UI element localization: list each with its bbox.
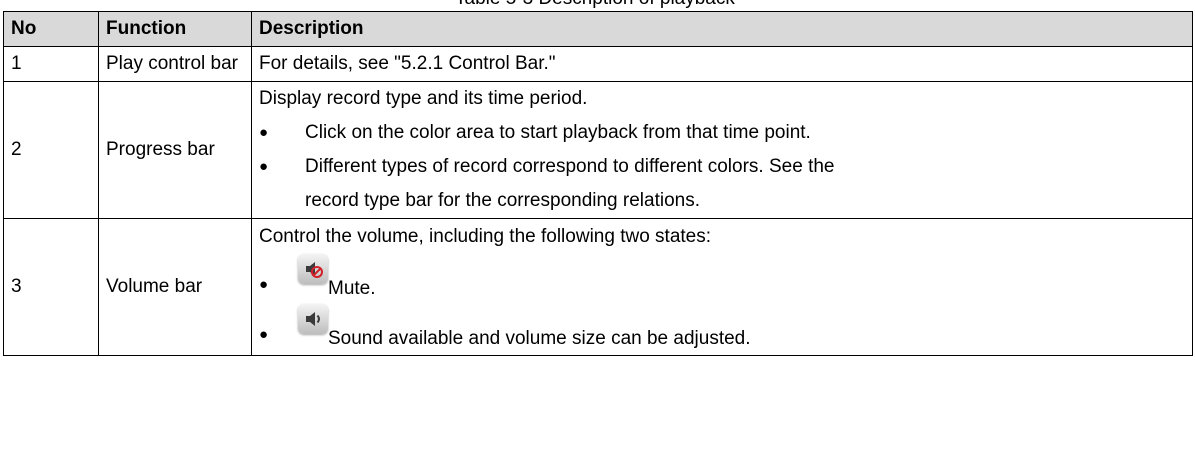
row-number: 3 (3, 218, 99, 356)
table-caption-text: Table 5-3 Description of playback (455, 0, 735, 10)
bullet-item: ● Click on the color area to start playb… (259, 116, 1192, 150)
volume-state-text: Mute. (328, 278, 376, 299)
table-header-row: No Function Description (3, 11, 1193, 47)
speaker-muted-icon (298, 254, 328, 284)
playback-description-table: No Function Description 1 Play control b… (3, 11, 1193, 356)
bullet-icon: ● (259, 124, 269, 141)
header-function: Function (98, 11, 252, 47)
table-row: 3 Volume bar Control the volume, includi… (3, 218, 1193, 356)
row-number: 2 (3, 81, 99, 219)
description-intro: Display record type and its time period. (259, 88, 588, 109)
bullet-icon: ● (259, 158, 269, 175)
volume-state-item: ● Sound available and volume size can be… (259, 304, 1192, 354)
description-intro: Control the volume, including the follow… (259, 226, 712, 247)
bullet-icon: ● (259, 326, 269, 343)
header-no: No (3, 11, 99, 47)
bullet-text: Different types of record correspond to … (305, 156, 835, 177)
row-number: 1 (3, 46, 99, 82)
bullet-text: record type bar for the corresponding re… (305, 190, 700, 211)
table-row: 1 Play control bar For details, see "5.2… (3, 46, 1193, 82)
row-description: Display record type and its time period.… (251, 81, 1193, 219)
row-function: Progress bar (98, 81, 252, 219)
row-description: For details, see "5.2.1 Control Bar." (251, 46, 1193, 82)
bullet-continuation: record type bar for the corresponding re… (259, 184, 1192, 218)
speaker-on-icon (298, 304, 328, 334)
volume-state-text: Sound available and volume size can be a… (328, 328, 751, 349)
bullet-icon: ● (259, 276, 269, 293)
header-description: Description (251, 11, 1193, 47)
table-row: 2 Progress bar Display record type and i… (3, 81, 1193, 219)
row-function: Play control bar (98, 46, 252, 82)
volume-state-item: ● Mute. (259, 254, 1192, 304)
row-function: Volume bar (98, 218, 252, 356)
bullet-item: ● Different types of record correspond t… (259, 150, 1192, 184)
bullet-text: Click on the color area to start playbac… (305, 122, 811, 143)
row-description: Control the volume, including the follow… (251, 218, 1193, 356)
